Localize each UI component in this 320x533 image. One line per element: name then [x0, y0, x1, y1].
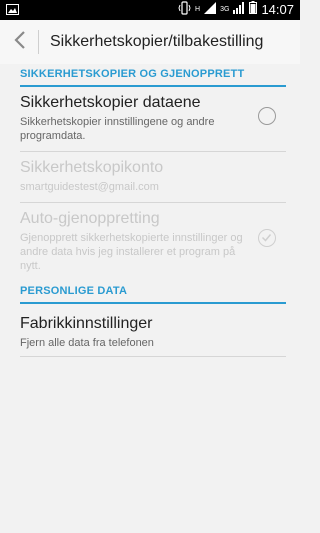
backup-data-item[interactable]: Sikkerhetskopier dataene Sikkerhetskopie… — [20, 93, 286, 151]
backup-account-summary: smartguidestest@gmail.com — [20, 181, 159, 193]
backup-account-title: Sikkerhetskopikonto — [20, 159, 164, 176]
factory-reset-summary: Fjern alle data fra telefonen — [20, 337, 154, 349]
backup-account-item: Sikkerhetskopikonto smartguidestest@gmai… — [20, 158, 286, 200]
backup-data-summary: Sikkerhetskopier innstillingene og andre… — [20, 116, 215, 142]
network-type-bottom: 3G — [220, 6, 230, 13]
battery-icon — [249, 1, 258, 19]
divider — [20, 151, 286, 152]
action-bar: Sikkerhetskopier/tilbakestilling — [0, 20, 300, 64]
backup-data-title: Sikkerhetskopier dataene — [20, 94, 201, 111]
clock: 14:07 — [261, 2, 294, 17]
factory-reset-item[interactable]: Fabrikkinnstillinger Fjern alle data fra… — [20, 314, 286, 354]
network-type-3g: 3G — [220, 6, 229, 14]
page-title: Sikkerhetskopier/tilbakestilling — [50, 33, 264, 50]
gallery-notification-icon — [6, 3, 19, 16]
auto-restore-title: Auto-gjenoppretting — [20, 210, 160, 227]
status-bar: H 3G 14:07 — [0, 0, 300, 20]
factory-reset-title: Fabrikkinnstillinger — [20, 315, 153, 332]
section-header-backup: SIKKERHETSKOPIER OG GJENOPPRETT — [20, 65, 286, 87]
auto-restore-item: Auto-gjenoppretting Gjenopprett sikkerhe… — [20, 209, 286, 275]
divider — [20, 202, 286, 203]
auto-restore-summary: Gjenopprett sikkerhetskopierte innstilli… — [20, 232, 243, 272]
auto-restore-checkbox — [258, 229, 276, 247]
signal-icon-1 — [204, 1, 217, 19]
checkmark-icon — [261, 234, 272, 242]
signal-icon-2 — [233, 1, 245, 19]
network-type-top: H — [195, 6, 201, 13]
back-button[interactable] — [4, 20, 36, 64]
action-bar-divider — [38, 30, 39, 54]
section-header-personal: PERSONLIGE DATA — [20, 282, 286, 304]
divider — [20, 356, 286, 357]
vibrate-icon — [178, 0, 191, 20]
network-type-indicator: H — [195, 6, 200, 14]
chevron-left-icon — [14, 30, 26, 55]
backup-data-checkbox[interactable] — [258, 107, 276, 125]
